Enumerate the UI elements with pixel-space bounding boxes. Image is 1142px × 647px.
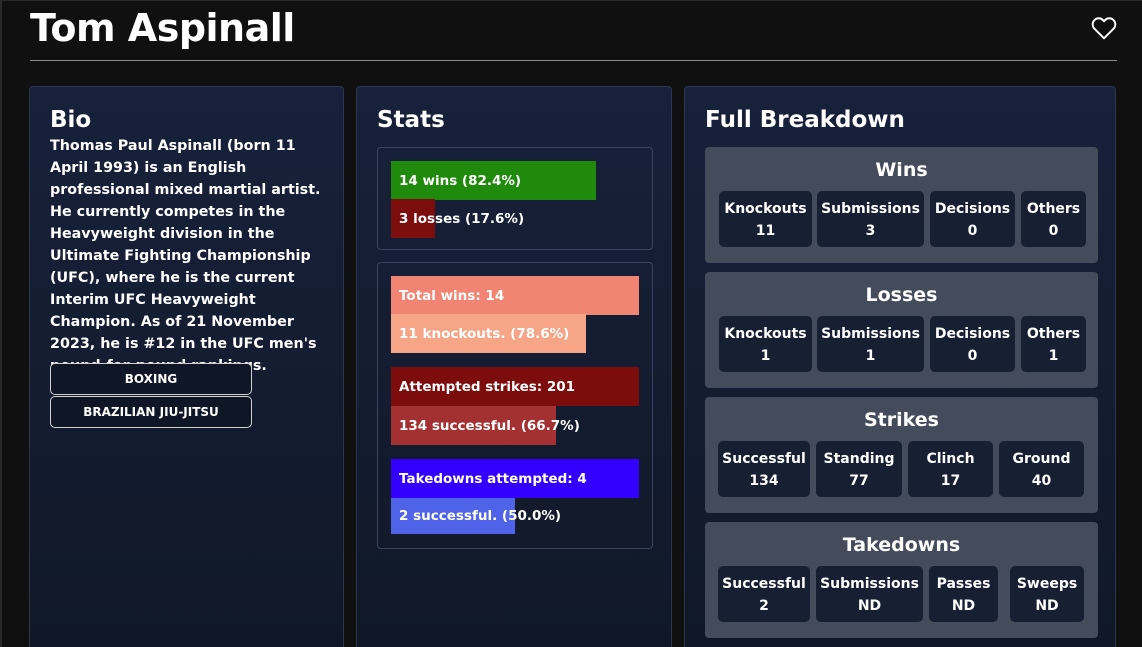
breakdown-cell: Ground 40 xyxy=(999,441,1084,497)
wins-bar: 14 wins (82.4%) xyxy=(391,161,596,200)
record-box: 14 wins (82.4%) 3 losses (17.6%) xyxy=(377,147,653,250)
breakdown-cell-label: Knockouts xyxy=(724,326,807,342)
breakdown-cell-label: Ground xyxy=(1012,451,1071,467)
breakdown-cell: Clinch 17 xyxy=(908,441,993,497)
breakdown-cell: Submissions ND xyxy=(816,566,923,622)
breakdown-cell-value: 17 xyxy=(940,473,961,489)
breakdown-cell-label: Others xyxy=(1026,201,1081,217)
breakdown-card-losses: Losses Knockouts 1 Submissions 1 Decisions 0 Ot… xyxy=(705,272,1098,388)
page-title: Tom Aspinall xyxy=(30,6,295,50)
breakdown-cell-value: 40 xyxy=(1031,473,1052,489)
breakdown-cell-label: Decisions xyxy=(934,201,1011,217)
breakdown-cell-label: Successful xyxy=(722,451,806,467)
breakdown-cell-label: Submissions xyxy=(820,576,919,592)
total-wins-bar: Total wins: 14 xyxy=(391,276,639,315)
breakdown-cell-label: Knockouts xyxy=(724,201,807,217)
breakdown-cell-label: Decisions xyxy=(934,326,1011,342)
breakdown-cell-value: ND xyxy=(951,598,976,614)
breakdown-cell-value: 1 xyxy=(1048,348,1059,364)
breakdown-cell-value: 77 xyxy=(849,473,869,489)
breakdown-cell: Passes ND xyxy=(929,566,998,622)
losses-bar: 3 losses (17.6%) xyxy=(391,199,524,238)
favorite-button[interactable] xyxy=(1091,16,1117,40)
breakdown-cell-value: ND xyxy=(857,598,882,614)
breakdown-cell-value: 134 xyxy=(749,473,779,489)
page-header: Tom Aspinall xyxy=(30,0,1117,61)
bio-title: Bio xyxy=(50,107,92,133)
breakdown-cell: Knockouts 1 xyxy=(719,316,812,372)
breakdown-cell-value: 1 xyxy=(865,348,876,364)
breakdown-panel: Full Breakdown Wins Knockouts 11 Submission… xyxy=(684,86,1116,647)
successful-strikes-bar: 134 successful. (66.7%) xyxy=(391,406,580,445)
breakdown-cell-label: Submissions xyxy=(821,201,920,217)
breakdown-cell-value: 11 xyxy=(755,223,776,239)
attempted-strikes-bar: Attempted strikes: 201 xyxy=(391,367,639,406)
breakdown-cell-label: Standing xyxy=(823,451,895,467)
stats-panel: Stats 14 wins (82.4%) 3 losses (17.6%) T… xyxy=(356,86,672,647)
details-box: Total wins: 14 11 knockouts. (78.6%) Att… xyxy=(377,262,653,549)
breakdown-card-wins: Wins Knockouts 11 Submissions 3 Decisions 0 Oth… xyxy=(705,147,1098,263)
breakdown-cell-label: Passes xyxy=(936,576,991,592)
breakdown-card-takedowns: Takedowns Successful 2 Submissions ND Passes N… xyxy=(705,522,1098,638)
style-tag-bjj[interactable]: BRAZILIAN JIU-JITSU xyxy=(50,396,252,428)
breakdown-cell: Others 1 xyxy=(1021,316,1086,372)
breakdown-cell-value: 0 xyxy=(967,223,978,239)
breakdown-card-title: Losses xyxy=(865,284,938,306)
breakdown-card-title: Wins xyxy=(875,159,928,181)
breakdown-cell: Successful 134 xyxy=(718,441,810,497)
breakdown-cell-value: 0 xyxy=(1048,223,1059,239)
breakdown-cell-value: 2 xyxy=(759,598,769,614)
breakdown-cell-value: 0 xyxy=(967,348,978,364)
breakdown-cell-value: 3 xyxy=(865,223,876,239)
bio-text: Thomas Paul Aspinall (born 11 April 1993… xyxy=(50,138,321,374)
breakdown-cell: Submissions 3 xyxy=(817,191,924,247)
breakdown-cell: Standing 77 xyxy=(816,441,902,497)
breakdown-cell: Sweeps ND xyxy=(1010,566,1084,622)
takedowns-successful-bar: 2 successful. (50.0%) xyxy=(391,498,561,534)
stats-title: Stats xyxy=(377,107,445,133)
style-tag-boxing[interactable]: BOXING xyxy=(50,363,252,395)
breakdown-cell: Others 0 xyxy=(1021,191,1086,247)
breakdown-cell-label: Submissions xyxy=(821,326,920,342)
breakdown-cell: Knockouts 11 xyxy=(719,191,812,247)
breakdown-cell: Submissions 1 xyxy=(817,316,924,372)
breakdown-cell: Successful 2 xyxy=(718,566,810,622)
breakdown-cell-label: Clinch xyxy=(926,451,975,467)
breakdown-cell-label: Others xyxy=(1026,326,1081,342)
breakdown-card-title: Takedowns xyxy=(842,534,961,556)
breakdown-card-title: Strikes xyxy=(864,409,939,431)
takedowns-attempted-bar: Takedowns attempted: 4 xyxy=(391,459,639,498)
breakdown-cell-label: Sweeps xyxy=(1016,576,1078,592)
bio-panel: Bio Thomas Paul Aspinall (born 11 April … xyxy=(29,86,344,647)
knockouts-bar: 11 knockouts. (78.6%) xyxy=(391,314,586,353)
breakdown-cell: Decisions 0 xyxy=(930,316,1015,372)
breakdown-card-strikes: Strikes Successful 134 Standing 77 Clinch 17 Gr… xyxy=(705,397,1098,513)
breakdown-cell-label: Successful xyxy=(722,576,806,592)
breakdown-cell-value: 1 xyxy=(760,348,771,364)
breakdown-cell: Decisions 0 xyxy=(930,191,1015,247)
heart-outline-icon xyxy=(1091,17,1117,40)
breakdown-title: Full Breakdown xyxy=(705,107,905,133)
breakdown-cell-value: ND xyxy=(1035,598,1059,614)
